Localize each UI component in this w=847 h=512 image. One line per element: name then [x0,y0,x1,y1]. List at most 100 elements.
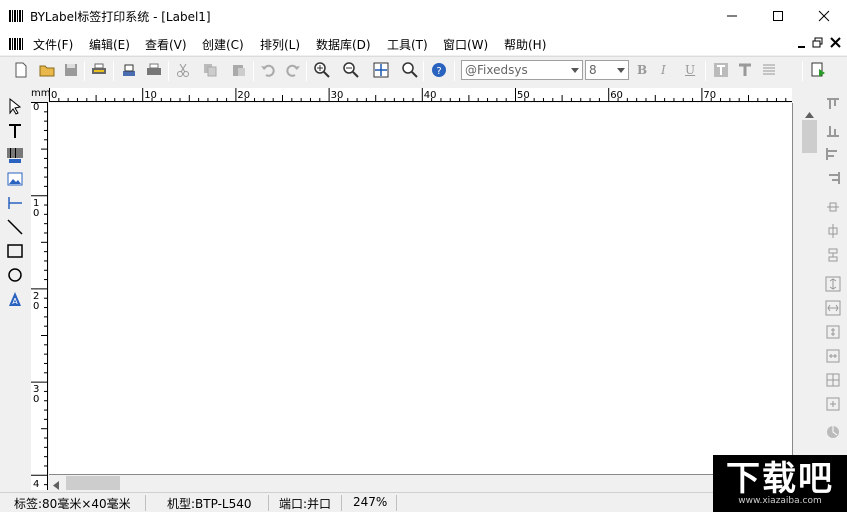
grid-align-icon[interactable] [824,371,842,389]
ruler-tick-label: 40 [424,90,437,101]
align-bottom-icon[interactable] [824,121,842,139]
menu-file[interactable]: 文件(F) [33,36,73,53]
space-vertical-icon[interactable] [824,323,842,341]
new-document-icon[interactable] [12,61,30,79]
scroll-up-icon[interactable] [805,107,814,118]
font-name-value: @Fixedsys [465,63,528,77]
menu-view[interactable]: 查看(V) [145,36,187,53]
scroll-left-icon[interactable] [53,479,59,490]
document-barcode-icon[interactable] [8,36,24,52]
help-icon[interactable]: ? [430,61,448,79]
mdi-restore-icon[interactable] [812,37,823,48]
menu-tools[interactable]: 工具(T) [387,36,428,53]
drawing-toolbox: A [0,91,29,491]
menu-help[interactable]: 帮助(H) [504,36,546,53]
horizontal-scroll-thumb[interactable] [66,476,120,490]
zoom-out-icon[interactable] [342,61,360,79]
maximize-button[interactable] [755,0,801,31]
text-tool-icon[interactable] [712,61,730,79]
toolbar-separator [306,61,307,81]
text-style-icon[interactable] [736,61,754,79]
align-top-icon[interactable] [824,96,842,114]
reference-line-icon[interactable] [6,194,24,212]
undo-icon[interactable] [259,61,277,79]
zoom-fit-icon[interactable] [372,61,390,79]
rotate-icon[interactable] [824,423,842,441]
menu-window[interactable]: 窗口(W) [443,36,488,53]
menu-create[interactable]: 创建(C) [202,36,244,53]
mdi-minimize-icon[interactable] [797,38,807,48]
same-height-icon[interactable] [824,275,842,293]
label-size-status: 标签:80毫米×40毫米 [14,497,131,511]
distribute-icon[interactable] [824,246,842,264]
same-width-icon[interactable] [824,299,842,317]
barcode-icon[interactable] [6,146,24,164]
align-text-icon[interactable] [760,61,778,79]
image-icon[interactable] [6,170,24,188]
close-button[interactable] [801,0,847,31]
toolbar-separator [168,61,169,81]
ruler-tick-label: 0 [33,394,39,405]
font-size-select[interactable]: 8 [585,60,629,80]
watermark-logo: 下载吧 www.xiazaiba.com [713,455,847,512]
space-horizontal-icon[interactable] [824,347,842,365]
toolbar-separator [113,61,114,81]
toolbar-separator [84,61,85,81]
status-divider [145,495,146,511]
center-horizontal-icon[interactable] [824,222,842,240]
vertical-scrollbar[interactable] [801,102,818,482]
ruler-tick-label: 4 [33,479,39,490]
copy-icon[interactable] [201,61,219,79]
menu-bar: 文件(F) 编辑(E) 查看(V) 创建(C) 排列(L) 数据库(D) 工具(… [0,32,847,55]
app-barcode-icon[interactable] [8,8,24,24]
save-icon[interactable] [62,61,80,79]
align-left-icon[interactable] [824,145,842,163]
italic-button[interactable]: I [661,63,666,77]
paste-icon[interactable] [230,61,248,79]
toolbar-separator [705,61,706,81]
font-name-select[interactable]: @Fixedsys [461,60,583,80]
minimize-button[interactable] [709,0,755,31]
ruler-unit: mm [31,88,51,99]
bold-button[interactable]: B [637,63,647,77]
menu-edit[interactable]: 编辑(E) [89,36,130,53]
select-pointer-icon[interactable] [6,97,24,115]
mdi-close-icon[interactable] [830,37,841,48]
printer-model-status: 机型:BTP-L540 [167,497,252,511]
menu-arrange[interactable]: 排列(L) [260,36,300,53]
center-vertical-icon[interactable] [824,198,842,216]
ellipse-icon[interactable] [6,266,24,284]
vertical-ruler: 01020304 [31,102,48,490]
zoom-in-icon[interactable] [313,61,331,79]
text-icon[interactable] [6,122,24,140]
print-preview-icon[interactable] [90,61,108,79]
cut-icon[interactable] [174,61,192,79]
print-icon[interactable] [145,61,163,79]
vertical-scroll-thumb[interactable] [802,120,817,153]
chevron-down-icon [568,61,582,79]
window-title: BYLabel标签打印系统 - [Label1] [30,10,211,24]
rectangle-icon[interactable] [6,242,24,260]
font-size-value: 8 [589,63,597,77]
database-icon[interactable] [810,61,828,79]
wordart-icon[interactable]: A [6,290,24,308]
menu-database[interactable]: 数据库(D) [316,36,371,53]
toolbar-separator [423,61,424,81]
label-setup-icon[interactable] [120,61,138,79]
port-status: 端口:并口 [279,497,332,511]
horizontal-scrollbar[interactable] [49,475,799,491]
status-divider [396,495,397,511]
label-design-canvas[interactable] [49,103,793,475]
ruler-tick-label: 20 [237,90,250,101]
grid-snap-icon[interactable] [824,395,842,413]
align-right-icon[interactable] [824,169,842,187]
ruler-tick-label: 0 [33,102,39,113]
underline-button[interactable]: U [685,63,695,77]
align-toolbox [820,91,847,491]
open-folder-icon[interactable] [38,61,56,79]
zoom-custom-icon[interactable] [401,61,419,79]
redo-icon[interactable] [284,61,302,79]
line-icon[interactable] [6,218,24,236]
status-divider [268,495,269,511]
ruler-tick-label: 60 [610,90,623,101]
